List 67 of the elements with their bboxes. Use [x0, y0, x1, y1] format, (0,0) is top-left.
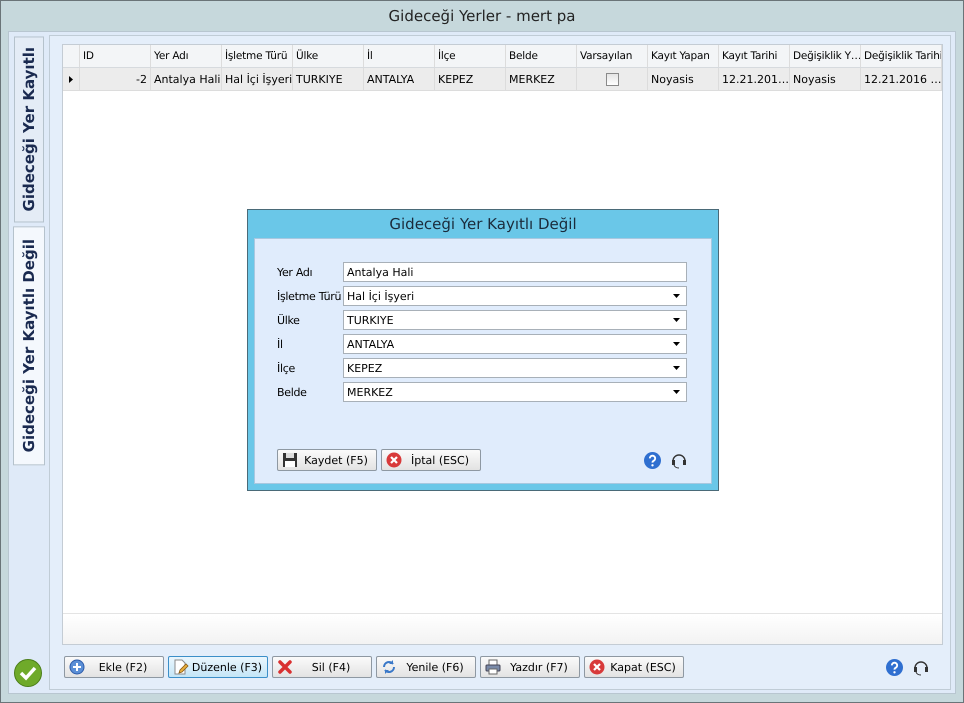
table-cell: KEPEZ	[438, 72, 474, 86]
table-cell: 12.21.201…	[722, 72, 789, 86]
dialog-button[interactable]: Kaydet (F5)	[277, 449, 377, 471]
dropdown-caret-icon[interactable]	[673, 342, 680, 346]
pencil-page-icon	[173, 659, 189, 675]
side-tab[interactable]: Gideceği Yer Kayıtlı Değil	[13, 226, 45, 466]
cancel-icon	[386, 452, 402, 468]
dropdown-caret-icon[interactable]	[673, 318, 680, 322]
default-checkbox[interactable]	[606, 72, 618, 86]
table-cell: Antalya Hali	[154, 72, 220, 86]
dropdown-field[interactable]: KEPEZ	[343, 358, 687, 378]
field-label: Ülke	[277, 314, 301, 326]
dropdown-field[interactable]: MERKEZ	[343, 382, 687, 402]
table-cell: ANTALYA	[367, 72, 414, 86]
toolbar-button[interactable]: Kapat (ESC)	[584, 656, 684, 678]
dropdown-field[interactable]: ANTALYA	[343, 334, 687, 354]
column-header[interactable]: İşletme Türü	[222, 45, 293, 67]
dropdown-caret-icon[interactable]	[673, 366, 680, 370]
field-label: İşletme Türü	[277, 290, 342, 302]
table-cell: Hal İçi İşyeri	[225, 72, 292, 86]
plus-icon	[69, 659, 85, 675]
column-header[interactable]: Kayıt Yapan	[648, 45, 719, 67]
toolbar-button[interactable]: Düzenle (F3)	[168, 656, 268, 678]
column-header[interactable]: Ülke	[293, 45, 364, 67]
column-header[interactable]: ID	[80, 45, 151, 67]
side-tab[interactable]: Gideceği Yer Kayıtlı	[14, 36, 44, 222]
dropdown-field[interactable]: Hal İçi İşyeri	[343, 286, 687, 306]
column-header[interactable]: Kayıt Tarihi	[719, 45, 790, 67]
cancel-icon	[589, 659, 605, 675]
help-icon[interactable]	[886, 658, 903, 676]
table-cell: Noyasis	[793, 72, 836, 86]
column-header[interactable]: Değişiklik Tarihi	[861, 45, 942, 67]
table-cell: -2	[136, 72, 147, 86]
column-header[interactable]: Yer Adı	[151, 45, 222, 67]
dropdown-field[interactable]: TURKIYE	[343, 310, 687, 330]
toolbar-button[interactable]: Sil (F4)	[272, 656, 372, 678]
column-header[interactable]: Belde	[506, 45, 577, 67]
dropdown-caret-icon[interactable]	[673, 390, 680, 394]
refresh-icon	[381, 659, 397, 675]
field-label: Yer Adı	[277, 266, 314, 278]
table-cell: Noyasis	[651, 72, 694, 86]
delete-icon	[277, 659, 293, 675]
headset-icon[interactable]	[913, 658, 929, 676]
table-cell: MERKEZ	[509, 72, 555, 86]
field-label: Belde	[277, 386, 308, 398]
help-icon[interactable]	[644, 452, 661, 468]
dialog-button[interactable]: İptal (ESC)	[381, 449, 481, 471]
window-title: Gideceği Yerler - mert pa	[388, 7, 576, 25]
dialog-title: Gideceği Yer Kayıtlı Değil	[389, 215, 577, 233]
column-header[interactable]: Değişiklik Y…	[790, 45, 861, 67]
dropdown-caret-icon[interactable]	[673, 294, 680, 298]
input-field[interactable]: Antalya Hali	[343, 262, 687, 282]
row-pointer-icon	[69, 76, 73, 82]
table-cell: TURKIYE	[296, 72, 343, 86]
toolbar-button[interactable]: Ekle (F2)	[64, 656, 164, 678]
toolbar-button[interactable]: Yazdır (F7)	[480, 656, 580, 678]
field-label: İlçe	[277, 362, 296, 374]
column-header[interactable]: İlçe	[435, 45, 506, 67]
field-label: İl	[277, 338, 284, 350]
printer-icon	[485, 659, 501, 675]
column-header[interactable]: Varsayılan	[577, 45, 648, 67]
floppy-icon	[282, 452, 298, 468]
toolbar-button[interactable]: Yenile (F6)	[376, 656, 476, 678]
check-icon	[14, 659, 42, 687]
table-cell: 12.21.2016 …	[864, 72, 941, 86]
column-header[interactable]: İl	[364, 45, 435, 67]
headset-icon[interactable]	[671, 452, 687, 468]
